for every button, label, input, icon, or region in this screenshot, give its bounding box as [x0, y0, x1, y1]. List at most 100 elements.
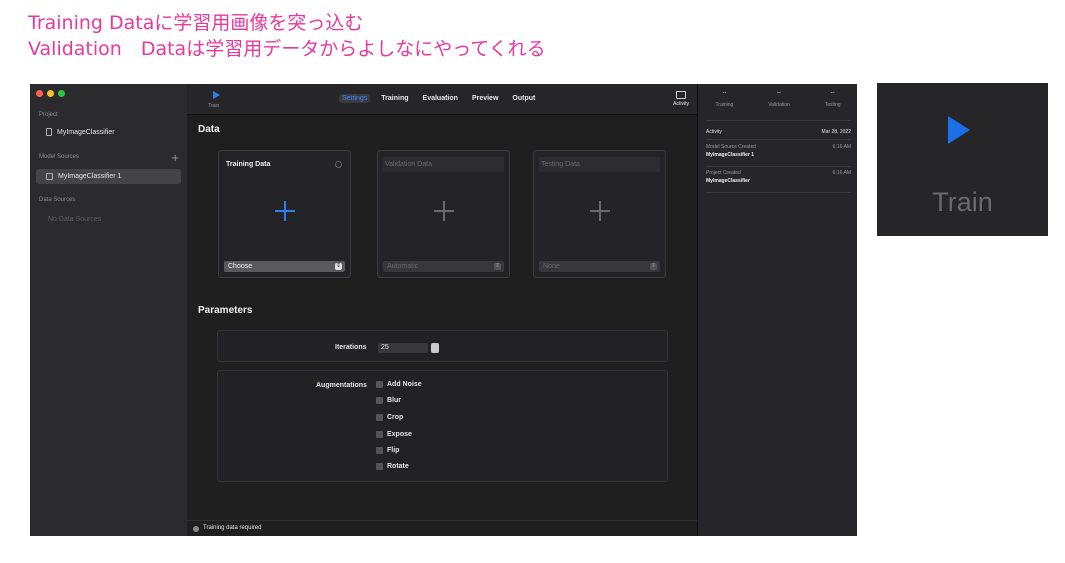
chevron-updown-icon: ⇕ [494, 263, 501, 270]
close-window-button[interactable] [36, 90, 43, 97]
checkbox-blur[interactable]: Blur [376, 397, 401, 404]
minimize-window-button[interactable] [47, 90, 54, 97]
activity-button[interactable]: Activity [673, 91, 689, 107]
checkbox-label: Flip [387, 447, 400, 454]
divider [706, 192, 851, 193]
sidebar-item-model-source[interactable]: MyImageClassifier 1 [46, 173, 121, 180]
metric-value: -- [777, 90, 782, 96]
activity-entry[interactable]: Model Source Created MyImageClassifier 1… [706, 144, 851, 158]
divider [706, 166, 851, 167]
checkbox-label: Add Noise [387, 381, 422, 388]
tab-bar: Settings Training Evaluation Preview Out… [339, 94, 538, 103]
chevron-updown-icon: ⇕ [650, 263, 657, 270]
metric-validation[interactable]: -- Validation [768, 90, 790, 108]
tab-settings[interactable]: Settings [339, 94, 371, 103]
activity-name: MyImageClassifier [706, 178, 750, 184]
activity-name: MyImageClassifier 1 [706, 152, 755, 158]
tab-evaluation[interactable]: Evaluation [420, 94, 461, 103]
checkbox-expose[interactable]: Expose [376, 431, 412, 438]
activity-panel: -- Training -- Validation -- Testing Act… [697, 84, 857, 536]
parameters-section-title: Parameters [198, 305, 253, 316]
activity-date: Mar 28, 2022 [821, 129, 851, 135]
sidebar-item-project[interactable]: MyImageClassifier [46, 128, 115, 136]
sidebar-data-sources-header: Data Sources [39, 197, 76, 203]
validation-data-select-value: Automatic [387, 263, 419, 270]
add-model-source-icon[interactable]: + [171, 153, 179, 164]
metric-label: Training [715, 102, 734, 108]
divider [706, 120, 851, 121]
train-button[interactable]: Train [204, 90, 226, 112]
training-data-select[interactable]: Choose ⇕ [224, 261, 345, 272]
main-content: Train Settings Training Evaluation Previ… [187, 84, 697, 536]
validation-data-select[interactable]: Automatic ⇕ [383, 261, 504, 272]
sidebar-model-sources-header: Model Sources [39, 154, 80, 160]
activity-label: Activity [673, 101, 689, 107]
sidebar-project-header: Project [39, 112, 58, 118]
divider [706, 139, 851, 140]
zoom-train-label: Train [932, 187, 993, 217]
checkbox-label: Expose [387, 431, 412, 438]
sidebar: Project MyImageClassifier Model Sources … [30, 84, 187, 536]
validation-data-title: Validation Data [385, 161, 432, 168]
status-text: Training data required [203, 525, 262, 531]
activity-entry[interactable]: Project Created MyImageClassifier 6:16 A… [706, 170, 851, 184]
testing-data-title: Testing Data [541, 161, 580, 168]
training-data-title: Training Data [226, 161, 271, 168]
metric-label: Testing [824, 102, 841, 108]
metric-training[interactable]: -- Training [715, 90, 733, 108]
sidebar-item-label: MyImageClassifier [57, 128, 115, 136]
training-data-card: Training Data Choose ⇕ [218, 150, 351, 278]
data-section-title: Data [198, 124, 220, 135]
testing-data-card: Testing Data None ⇕ [533, 150, 666, 278]
metric-label: Validation [768, 102, 790, 108]
train-button-zoom: Train [877, 83, 1048, 236]
document-icon [46, 128, 52, 136]
metric-testing[interactable]: -- Testing [825, 90, 841, 108]
augmentations-label: Augmentations [316, 382, 367, 389]
iterations-label: Iterations [335, 344, 367, 351]
add-training-data-button[interactable] [275, 201, 295, 221]
tab-output[interactable]: Output [509, 94, 538, 103]
app-window: Project MyImageClassifier Model Sources … [30, 84, 857, 536]
metric-value: -- [722, 90, 727, 96]
checkbox-flip[interactable]: Flip [376, 447, 399, 454]
model-icon [46, 173, 53, 180]
activity-event: Project Created [706, 170, 741, 176]
activity-title: Activity [706, 129, 722, 135]
toolbar: Train Settings Training Evaluation Previ… [187, 84, 697, 115]
chevron-updown-icon: ⇕ [335, 263, 342, 270]
sidebar-item-label: MyImageClassifier 1 [58, 173, 122, 180]
sidebar-toggle-icon [676, 91, 687, 99]
tab-training[interactable]: Training [378, 94, 411, 103]
add-testing-data-button[interactable] [590, 201, 610, 221]
data-sources-empty-text: No Data Sources [48, 216, 102, 223]
iterations-input[interactable]: 25 [378, 343, 428, 353]
status-indicator-icon [193, 526, 199, 532]
play-icon [213, 91, 220, 99]
augmentations-box: Augmentations Add Noise Blur Crop Expose… [217, 370, 668, 482]
zoom-window-button[interactable] [58, 90, 65, 97]
checkbox-label: Rotate [387, 463, 409, 470]
train-label: Train [208, 103, 220, 109]
add-validation-data-button[interactable] [434, 201, 454, 221]
caption-line-1: Training Dataに学習用画像を突っ込む [28, 12, 364, 34]
tab-preview[interactable]: Preview [469, 94, 501, 103]
info-icon[interactable] [335, 161, 342, 168]
activity-time: 6:16 AM [832, 170, 851, 176]
iterations-stepper[interactable] [431, 343, 439, 353]
testing-data-select[interactable]: None ⇕ [539, 261, 660, 272]
activity-event: Model Source Created [706, 144, 757, 150]
checkbox-add-noise[interactable]: Add Noise [376, 381, 422, 388]
checkbox-rotate[interactable]: Rotate [376, 463, 409, 470]
status-bar: Training data required [187, 520, 697, 536]
training-data-select-value: Choose [228, 263, 253, 270]
checkbox-crop[interactable]: Crop [376, 414, 403, 421]
iterations-box: Iterations 25 [217, 330, 668, 362]
testing-data-select-value: None [543, 263, 560, 270]
validation-data-card: Validation Data Automatic ⇕ [377, 150, 510, 278]
metric-value: -- [830, 90, 835, 96]
caption-line-2: Validation Dataは学習用データからよしなにやってくれる [28, 38, 546, 60]
activity-header: Activity Mar 28, 2022 [706, 129, 851, 135]
checkbox-label: Crop [387, 414, 404, 421]
play-icon [948, 116, 970, 144]
